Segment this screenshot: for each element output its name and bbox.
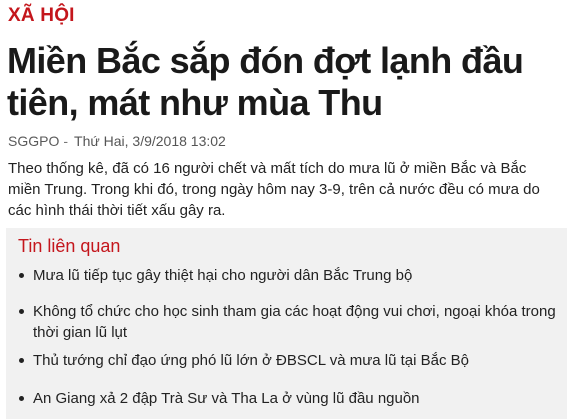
source-label: SGGPO <box>8 133 60 149</box>
related-news-link[interactable]: An Giang xả 2 đập Trà Sư và Tha La ở vùn… <box>33 390 420 407</box>
related-news-item: Mưa lũ tiếp tục gây thiệt hại cho người … <box>19 265 567 286</box>
related-news-link[interactable]: Mưa lũ tiếp tục gây thiệt hại cho người … <box>33 267 412 284</box>
publish-date: Thứ Hai, 3/9/2018 13:02 <box>74 133 226 149</box>
bullet-icon <box>19 396 24 401</box>
related-news-heading: Tin liên quan <box>18 236 121 256</box>
category-label[interactable]: XÃ HỘI <box>8 5 75 27</box>
article-title: Miền Bắc sắp đón đợt lạnh đầu tiên, mát … <box>7 40 524 123</box>
related-news-item: Thủ tướng chỉ đạo ứng phó lũ lớn ở ĐBSCL… <box>19 350 567 371</box>
related-news-item: Không tổ chức cho học sinh tham gia các … <box>19 301 567 343</box>
article-meta: SGGPO - Thứ Hai, 3/9/2018 13:02 <box>8 133 226 149</box>
bullet-icon <box>19 309 24 314</box>
related-news-link[interactable]: Thủ tướng chỉ đạo ứng phó lũ lớn ở ĐBSCL… <box>33 352 469 369</box>
related-news-box: Tin liên quan Mưa lũ tiếp tục gây thiệt … <box>6 228 567 419</box>
article-summary: Theo thống kê, đã có 16 người chết và mấ… <box>8 160 540 219</box>
related-news-link[interactable]: Không tổ chức cho học sinh tham gia các … <box>33 303 556 341</box>
bullet-icon <box>19 358 24 363</box>
meta-separator: - <box>63 133 69 149</box>
bullet-icon <box>19 273 24 278</box>
related-news-item: An Giang xả 2 đập Trà Sư và Tha La ở vùn… <box>19 388 567 409</box>
